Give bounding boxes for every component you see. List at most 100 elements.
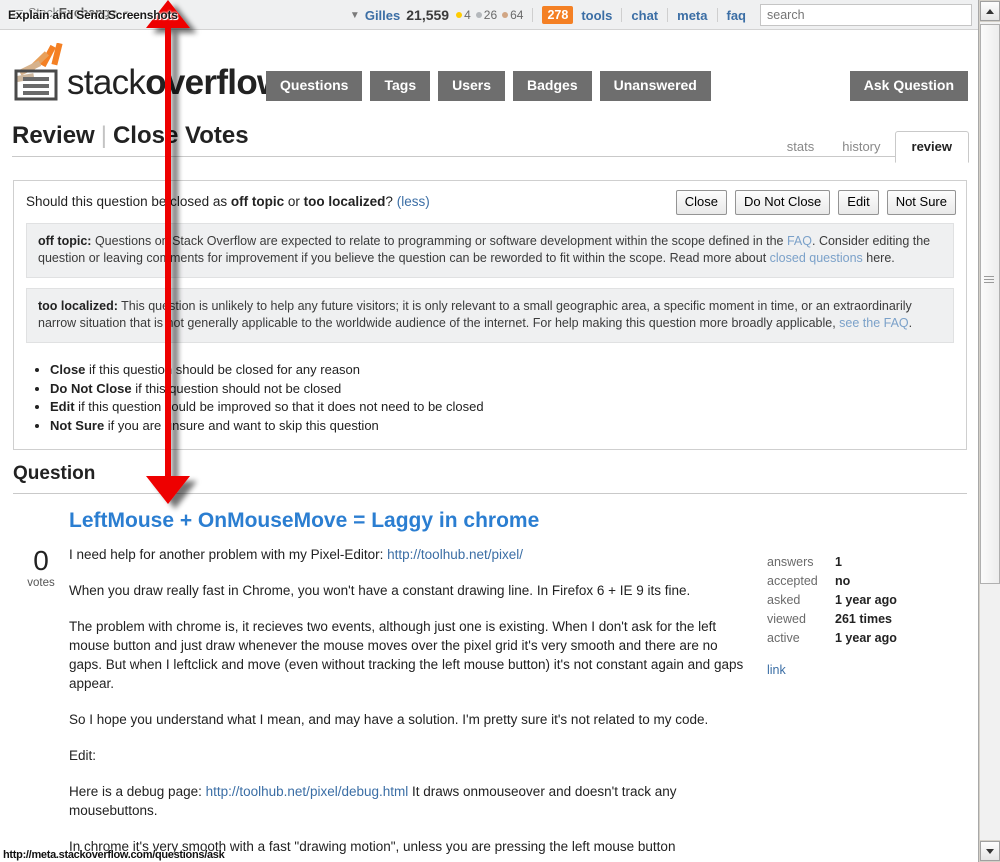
username-link[interactable]: Gilles bbox=[365, 8, 400, 23]
debug-page-link[interactable]: http://toolhub.net/pixel/debug.html bbox=[206, 784, 409, 799]
reputation-count: 21,559 bbox=[406, 7, 450, 23]
instruction-action: Do Not Close bbox=[50, 380, 132, 396]
bronze-badge-count: 64 bbox=[510, 8, 524, 22]
question-section: Question 0 votes LeftMouse + OnMouseMove… bbox=[13, 463, 967, 862]
stat-row-active: active 1 year ago bbox=[767, 629, 967, 648]
review-task-panel: Should this question be closed as off to… bbox=[13, 180, 967, 450]
instruction-action: Close bbox=[50, 362, 86, 377]
search-input[interactable] bbox=[760, 4, 972, 26]
logo-inbox-icon bbox=[14, 69, 58, 101]
stat-value: 1 year ago bbox=[835, 631, 897, 645]
site-header: stackoverflow Questions Tags Users Badge… bbox=[0, 31, 978, 115]
pixel-editor-link[interactable]: http://toolhub.net/pixel/ bbox=[387, 547, 523, 562]
instruction-action: Not Sure bbox=[50, 417, 105, 433]
prompt-mid: or bbox=[284, 194, 304, 209]
question-paragraph: When you draw really fast in Chrome, you… bbox=[69, 583, 691, 598]
do-not-close-button[interactable]: Do Not Close bbox=[734, 190, 831, 215]
nav-item-unanswered[interactable]: Unanswered bbox=[599, 71, 711, 101]
stackoverflow-logo[interactable]: stackoverflow bbox=[12, 43, 284, 105]
screenshot-tool-label: Explain and Send Screenshots bbox=[8, 8, 178, 22]
list-item: Close if this question should be closed … bbox=[50, 361, 966, 380]
silver-badge-icon bbox=[475, 12, 482, 18]
topbar-link-tools[interactable]: tools bbox=[581, 8, 612, 23]
divider bbox=[716, 8, 718, 22]
closed-questions-link[interactable]: closed questions bbox=[770, 251, 863, 265]
prompt-reason-offtopic: off topic bbox=[230, 194, 285, 209]
vertical-scrollbar[interactable] bbox=[978, 0, 1000, 862]
vote-cell: 0 votes bbox=[13, 509, 69, 862]
instruction-list: Close if this question should be closed … bbox=[14, 353, 966, 449]
stat-key: answers bbox=[767, 555, 814, 569]
not-sure-button[interactable]: Not Sure bbox=[886, 190, 956, 215]
stat-row-viewed: viewed 261 times bbox=[767, 610, 967, 629]
question-body-row: 0 votes LeftMouse + OnMouseMove = Laggy … bbox=[13, 494, 967, 862]
reason-text: Questions on Stack Overflow are expected… bbox=[91, 234, 787, 248]
instruction-action: Edit bbox=[50, 399, 75, 414]
prompt-suffix: ? bbox=[385, 194, 393, 209]
list-item: Edit if this question could be improved … bbox=[50, 398, 966, 417]
scrollbar-thumb[interactable] bbox=[980, 24, 1000, 584]
scroll-down-button[interactable] bbox=[980, 841, 1000, 861]
silver-badge[interactable]: 26 bbox=[475, 8, 498, 22]
paragraph-text: I need help for another problem with my … bbox=[69, 547, 388, 562]
less-link[interactable]: (less) bbox=[397, 194, 430, 209]
nav-item-questions[interactable]: Questions bbox=[266, 71, 363, 101]
bronze-badge[interactable]: 64 bbox=[502, 8, 523, 22]
topbar-user-area: ▼ Gilles 21,559 4 26 64 278 tools chat m… bbox=[350, 0, 972, 30]
prompt-prefix: Should this question be closed as bbox=[26, 194, 231, 209]
reason-text: . bbox=[908, 316, 913, 330]
divider bbox=[667, 8, 669, 22]
instruction-text: if you are unsure and want to skip this … bbox=[104, 417, 379, 433]
question-title-link[interactable]: LeftMouse + OnMouseMove = Laggy in chrom… bbox=[69, 509, 745, 533]
see-the-faq-link[interactable]: see the FAQ bbox=[839, 316, 908, 330]
question-paragraph: Edit: bbox=[69, 748, 97, 763]
question-paragraph: Here is a debug page: http://toolhub.net… bbox=[69, 782, 745, 820]
tab-stats[interactable]: stats bbox=[773, 132, 828, 162]
stat-key: accepted bbox=[767, 574, 818, 588]
vote-count: 0 bbox=[33, 545, 49, 576]
scroll-up-button[interactable] bbox=[980, 1, 1000, 21]
topbar-link-meta[interactable]: meta bbox=[677, 8, 707, 23]
stat-key: asked bbox=[767, 593, 801, 607]
page-title-primary: Review bbox=[12, 122, 95, 149]
stat-row-accepted: accepted no bbox=[767, 572, 967, 591]
tab-history[interactable]: history bbox=[828, 132, 894, 162]
reason-text: here. bbox=[862, 251, 895, 265]
caret-up-icon bbox=[986, 8, 994, 14]
reason-label: off topic: bbox=[38, 234, 92, 248]
page-title-separator: | bbox=[100, 122, 107, 149]
divider bbox=[12, 156, 966, 157]
stat-key: active bbox=[767, 631, 800, 645]
paragraph-text: Here is a debug page: bbox=[69, 784, 206, 799]
question-main: LeftMouse + OnMouseMove = Laggy in chrom… bbox=[69, 509, 757, 862]
prompt-reason-toolocalized: too localized bbox=[303, 194, 386, 209]
nav-item-tags[interactable]: Tags bbox=[370, 71, 431, 101]
question-permalink[interactable]: link bbox=[767, 663, 786, 677]
logo-wordmark: stackoverflow bbox=[67, 63, 284, 102]
inbox-count-badge[interactable]: 278 bbox=[542, 6, 574, 24]
list-item: Not Sure if you are unsure and want to s… bbox=[50, 417, 966, 436]
review-action-buttons: Close Do Not Close Edit Not Sure bbox=[675, 190, 956, 215]
topbar-link-faq[interactable]: faq bbox=[727, 8, 747, 23]
review-prompt-row: Should this question be closed as off to… bbox=[14, 181, 966, 223]
nav-item-users[interactable]: Users bbox=[438, 71, 506, 101]
nav-item-badges[interactable]: Badges bbox=[513, 71, 592, 101]
question-stats-sidebar: answers 1 accepted no asked 1 year ago view… bbox=[757, 509, 967, 862]
user-menu-caret-icon[interactable]: ▼ bbox=[350, 10, 360, 21]
page-title: Review | Close Votes bbox=[12, 122, 249, 150]
silver-badge-count: 26 bbox=[483, 8, 498, 22]
ask-question-button[interactable]: Ask Question bbox=[849, 71, 968, 101]
topbar-link-chat[interactable]: chat bbox=[631, 8, 658, 23]
browser-page: StackExchange ▾ ▼ Gilles 21,559 4 26 64 … bbox=[0, 0, 1000, 862]
tab-review[interactable]: review bbox=[894, 131, 969, 163]
stat-value: 1 year ago bbox=[835, 593, 897, 607]
scrollbar-grip-icon bbox=[984, 274, 994, 285]
main-nav: Questions Tags Users Badges Unanswered bbox=[266, 71, 711, 101]
bronze-badge-icon bbox=[502, 12, 509, 18]
edit-button[interactable]: Edit bbox=[838, 190, 879, 215]
faq-link[interactable]: FAQ bbox=[787, 234, 812, 248]
divider bbox=[621, 8, 623, 22]
gold-badge[interactable]: 4 bbox=[456, 8, 471, 22]
close-button[interactable]: Close bbox=[675, 190, 727, 215]
instruction-text: if this question should be closed for an… bbox=[85, 362, 361, 377]
